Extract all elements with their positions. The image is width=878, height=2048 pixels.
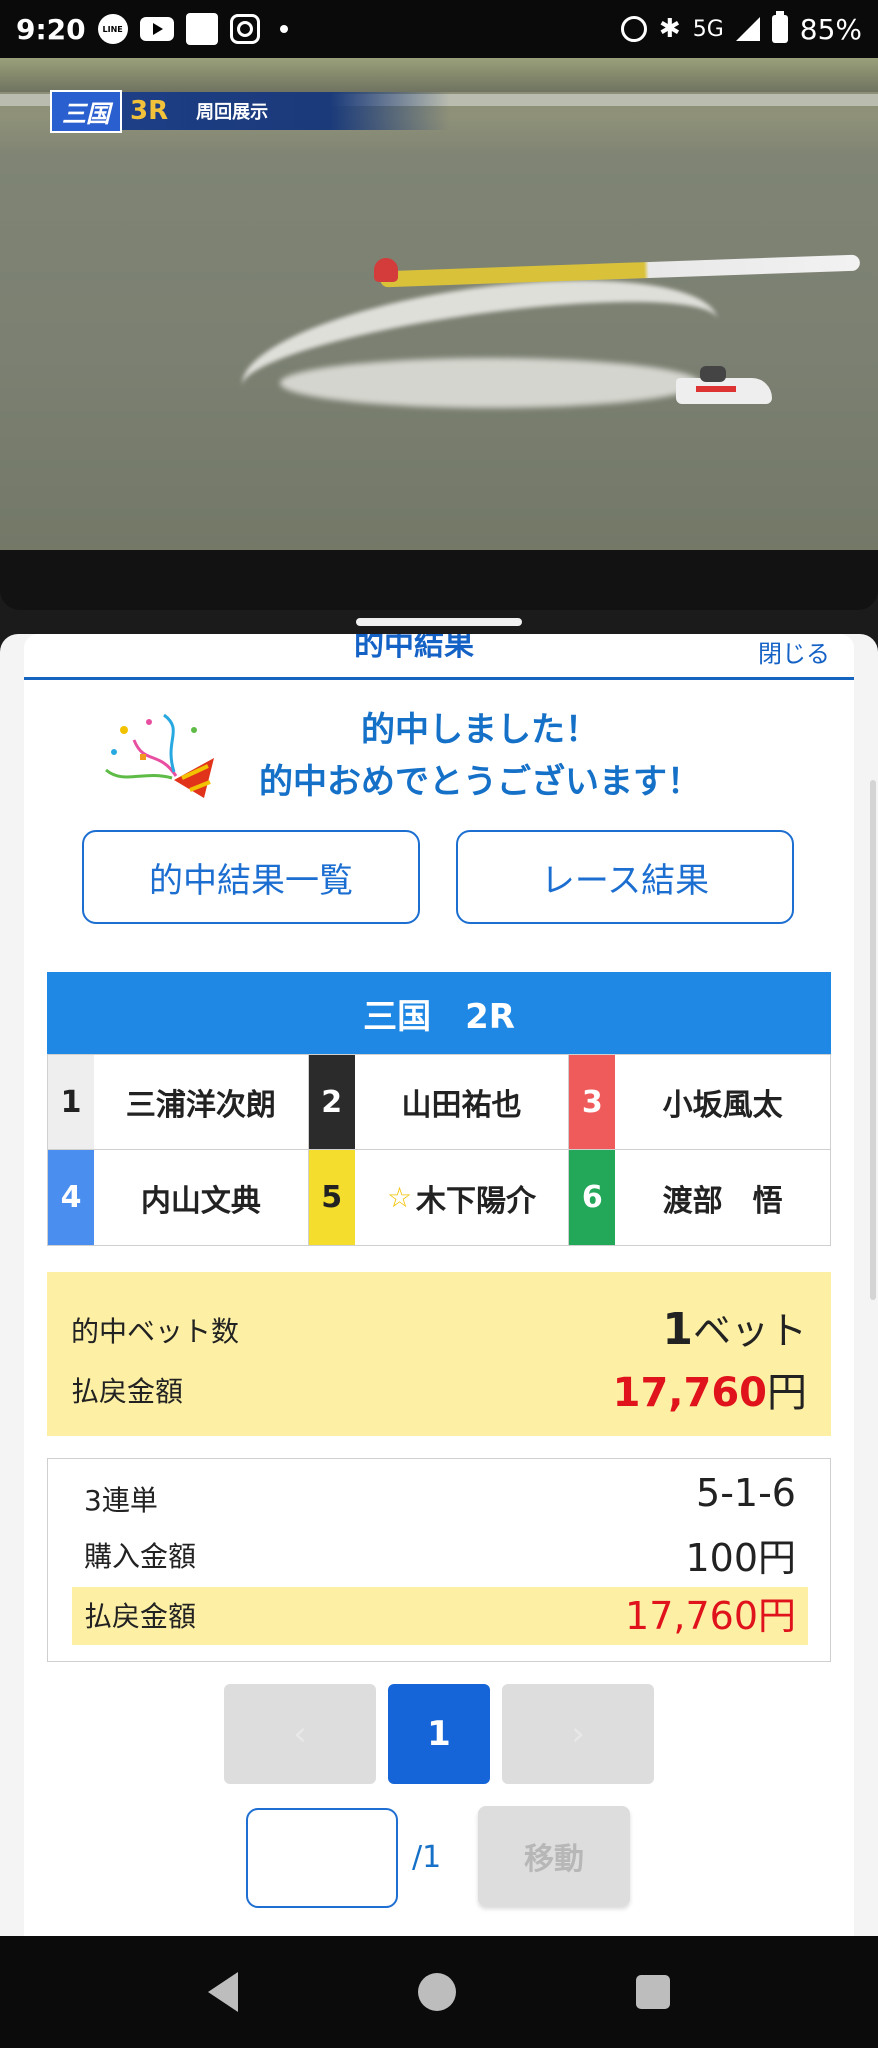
racer-cell: 5 ☆ 木下陽介: [308, 1150, 570, 1245]
racer-cell: 1 三浦洋次朗: [48, 1055, 309, 1150]
hit-message-line1: 的中しました！: [361, 710, 599, 750]
network-type: 5G: [692, 16, 724, 42]
racer-name-text: 三浦洋次朗: [125, 1088, 276, 1123]
racer-cell: 4 内山文典: [48, 1150, 309, 1245]
racer-name: ☆ 木下陽介: [355, 1150, 569, 1245]
back-icon[interactable]: [208, 1972, 238, 2012]
racer-name: 三浦洋次朗: [94, 1055, 308, 1149]
alarm-icon: [620, 16, 647, 42]
page-total: /1: [412, 1840, 442, 1875]
youtube-icon: [139, 17, 174, 41]
hit-list-button[interactable]: 的中結果一覧: [82, 830, 420, 924]
racer-name: 小坂風太: [615, 1055, 830, 1149]
racer-cell: 3 小坂風太: [569, 1055, 830, 1150]
payout-value: 17,760円: [613, 1360, 807, 1418]
signal-icon: [735, 17, 760, 41]
status-right: ✱ 5G 85%: [620, 11, 862, 46]
current-page-button[interactable]: 1: [388, 1684, 490, 1784]
racer-cell: 6 渡部 悟: [569, 1150, 830, 1245]
video-shore: [0, 58, 878, 92]
racer-name: 山田祐也: [355, 1055, 569, 1149]
racer-number: 1: [48, 1055, 94, 1149]
video-label: 周回展示: [196, 102, 269, 123]
video-overlay: 三国 3R 周回展示: [50, 89, 450, 133]
racer-cell: 2 山田祐也: [308, 1055, 570, 1150]
move-button[interactable]: 移動: [478, 1806, 630, 1906]
clock: 9:20: [16, 12, 86, 46]
party-popper-icon: [105, 713, 214, 798]
recent-apps-icon[interactable]: [636, 1975, 670, 2009]
battery-icon: [771, 11, 788, 43]
sheet-title: 的中結果: [354, 634, 474, 663]
hit-summary: 的中ベット数 1ベット 払戻金額 17,760円: [47, 1272, 831, 1436]
bets-label: 的中ベット数: [71, 1315, 240, 1348]
racer-number: 2: [308, 1055, 355, 1149]
video-frame-bottom: [0, 550, 878, 610]
racer-number: 6: [569, 1150, 616, 1245]
payout-amount: 17,760: [612, 1370, 767, 1416]
star-icon: ☆: [386, 1181, 413, 1214]
racer-number: 5: [308, 1150, 355, 1245]
instagram-icon: [229, 14, 260, 44]
prev-page-button[interactable]: ‹: [224, 1684, 376, 1784]
racer-name-text: 山田祐也: [401, 1088, 522, 1123]
status-bar: 9:20 LINE ✱ 5G 85%: [0, 0, 878, 58]
race-result-button[interactable]: レース結果: [456, 830, 794, 924]
next-page-button[interactable]: ›: [502, 1684, 654, 1784]
boat-wake: [280, 358, 700, 408]
bet-detail: 3連単 5-1-6 購入金額 100円 払戻金額 17,760円: [47, 1458, 831, 1662]
scrollbar[interactable]: [870, 780, 876, 1300]
purchase-value: 100円: [685, 1536, 796, 1580]
racer-name: 渡部 悟: [615, 1150, 830, 1245]
boat-wake: [233, 255, 727, 451]
racer-name-text: 木下陽介: [416, 1183, 537, 1219]
result-sheet: 的中結果 閉じる 的中しました！ 的中おめでとうございます！ 的中結果一覧 レー…: [24, 634, 854, 1936]
bets-count: 1: [662, 1304, 693, 1355]
bets-value: 1ベット: [662, 1300, 807, 1355]
close-button[interactable]: 閉じる: [758, 634, 830, 669]
racer-number: 4: [48, 1150, 94, 1245]
payout-label: 払戻金額: [71, 1375, 184, 1408]
racing-boat: [676, 366, 772, 404]
sheet-drag-handle[interactable]: [356, 618, 522, 626]
hit-message: 的中しました！ 的中おめでとうございます！: [220, 704, 740, 808]
bluetooth-icon: ✱: [658, 14, 681, 44]
racer-name: 内山文典: [94, 1150, 308, 1245]
racer-name-text: 渡部 悟: [662, 1183, 783, 1219]
bets-unit: ベット: [692, 1309, 807, 1353]
app-icon: [185, 13, 218, 45]
home-icon[interactable]: [418, 1973, 456, 2011]
battery-percent: 85%: [799, 12, 862, 46]
header-divider: [24, 677, 854, 680]
line-icon: LINE: [97, 14, 128, 44]
racer-number: 3: [569, 1055, 616, 1149]
racer-name-text: 内山文典: [140, 1183, 261, 1219]
navigation-bar: [0, 1936, 878, 2048]
venue-logo: 三国: [50, 89, 122, 133]
page-number-input[interactable]: [246, 1808, 398, 1908]
video-race-number: 3R: [130, 96, 169, 126]
payout-unit: 円: [767, 1370, 807, 1416]
hit-message-line2: 的中おめでとうございます！: [259, 762, 701, 802]
race-header: 三国 2R: [47, 972, 831, 1054]
racer-grid: 1 三浦洋次朗 2 山田祐也 3 小坂風太 4 内山文典 5 ☆ 木下陽介 6 渡部 悟: [47, 1054, 831, 1246]
notification-dot-icon: [279, 25, 288, 33]
bet-type-label: 3連単: [84, 1484, 158, 1517]
race-video[interactable]: 三国 3R 周回展示: [0, 58, 878, 550]
purchase-label: 購入金額: [84, 1540, 197, 1573]
detail-payout-label: 払戻金額: [84, 1600, 197, 1633]
turn-mark: [374, 258, 398, 282]
bet-combination: 5-1-6: [696, 1471, 796, 1515]
detail-payout-value: 17,760円: [625, 1594, 796, 1638]
racer-name-text: 小坂風太: [662, 1088, 783, 1123]
